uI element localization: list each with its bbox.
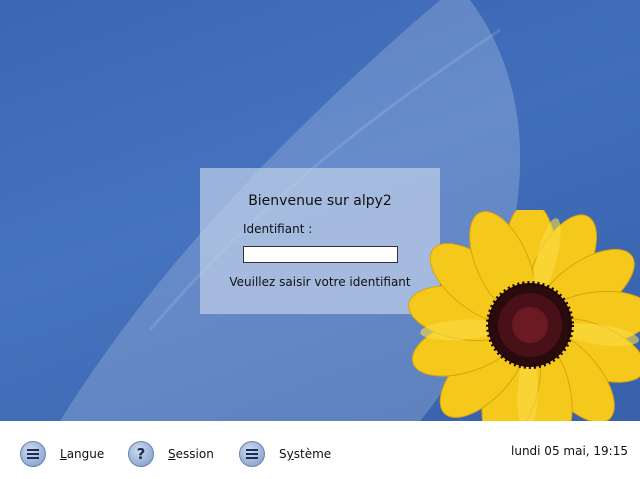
- question-mark-icon: ?: [128, 441, 154, 467]
- language-label: Langue: [60, 447, 105, 461]
- svg-text:?: ?: [137, 446, 146, 462]
- clock: lundi 05 mai, 19:15: [511, 444, 628, 458]
- username-input[interactable]: [243, 246, 398, 263]
- system-button[interactable]: Système: [239, 440, 331, 468]
- menu-lines-icon: [239, 441, 265, 467]
- username-label: Identifiant :: [243, 222, 313, 236]
- welcome-title: Bienvenue sur alpy2: [248, 193, 392, 209]
- bottom-bar: Langue ? Session Système lundi 05 mai, 1…: [0, 421, 640, 479]
- session-button[interactable]: ? Session: [128, 440, 214, 468]
- language-button[interactable]: Langue: [20, 440, 104, 468]
- session-label: Session: [168, 447, 214, 461]
- menu-lines-icon: [20, 441, 46, 467]
- system-label: Système: [279, 447, 332, 461]
